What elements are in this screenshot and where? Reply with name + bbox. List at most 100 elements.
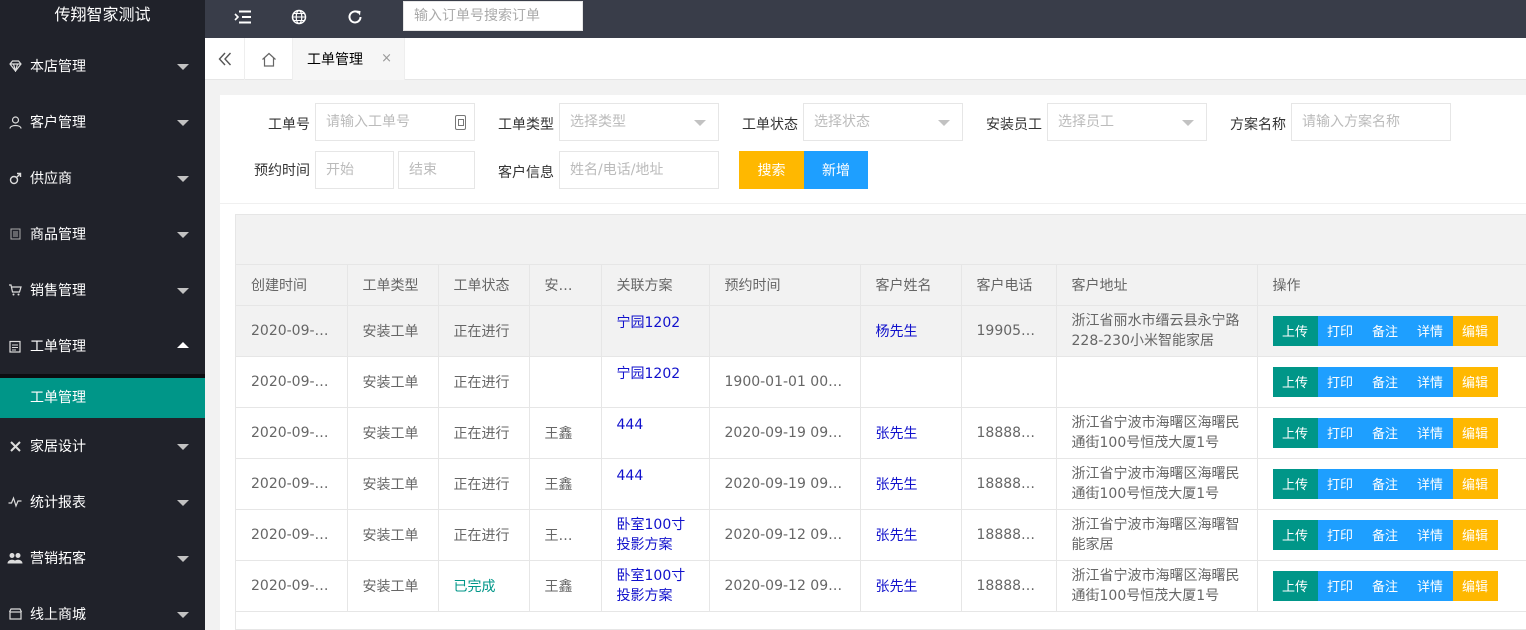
close-icon[interactable]: × <box>381 51 392 66</box>
plan-link[interactable]: 卧室100寸投影方案 <box>617 568 686 604</box>
edit-button[interactable]: 编辑 <box>1452 417 1498 448</box>
upload-button[interactable]: 上传 <box>1272 570 1318 601</box>
cell-plan: 宁园1202 <box>601 356 710 408</box>
cell-installer: 王鑫 <box>529 407 602 459</box>
sidebar-item-sales[interactable]: 销售管理 <box>0 262 205 318</box>
status-badge: 已完成 <box>453 578 496 595</box>
tab-label: 工单管理 <box>307 52 363 68</box>
plan-link[interactable]: 卧室100寸投影方案 <box>617 517 686 553</box>
plan-link[interactable]: 444 <box>617 417 644 433</box>
table-row: 2020-09-11 安装工单 已完成 王鑫 卧室100寸投影方案 2020-0… <box>236 560 1526 612</box>
chevron-down-icon <box>177 120 189 126</box>
customer-link[interactable]: 张先生 <box>876 426 918 442</box>
sidebar-item-online-store[interactable]: 线上商城 <box>0 586 205 630</box>
order-status-select[interactable]: 选择状态 <box>803 103 963 141</box>
male-icon <box>6 169 24 187</box>
note-button[interactable]: 备注 <box>1362 519 1408 550</box>
cell-address: 浙江省宁波市海曙区海曙民通街100号恒茂大厦1号 <box>1056 458 1258 510</box>
upload-button[interactable]: 上传 <box>1272 315 1318 346</box>
print-button[interactable]: 打印 <box>1317 468 1363 499</box>
print-button[interactable]: 打印 <box>1317 570 1363 601</box>
note-button[interactable]: 备注 <box>1362 468 1408 499</box>
detail-button[interactable]: 详情 <box>1407 468 1453 499</box>
search-button[interactable]: 搜索 <box>739 151 804 189</box>
sidebar-item-home-design[interactable]: 家居设计 <box>0 418 205 474</box>
upload-button[interactable]: 上传 <box>1272 519 1318 550</box>
plan-link[interactable]: 宁园1202 <box>617 315 681 331</box>
sidebar-item-suppliers[interactable]: 供应商 <box>0 150 205 206</box>
plan-name-placeholder: 请输入方案名称 <box>1302 114 1400 130</box>
cell-plan: 卧室100寸投影方案 <box>601 560 710 612</box>
col-actions: 操作 <box>1257 265 1526 306</box>
top-header <box>205 0 1526 38</box>
plan-link[interactable]: 444 <box>617 468 644 484</box>
edit-button[interactable]: 编辑 <box>1452 315 1498 346</box>
double-chevron-left-icon[interactable] <box>205 38 245 80</box>
order-type-select[interactable]: 选择类型 <box>559 103 719 141</box>
upload-button[interactable]: 上传 <box>1272 417 1318 448</box>
cell-installer <box>529 305 602 357</box>
cell-created: 2020-09-21 <box>236 305 348 357</box>
plan-link[interactable]: 宁园1202 <box>617 366 681 382</box>
installer-select[interactable]: 选择员工 <box>1047 103 1207 141</box>
appointment-end-input[interactable]: 结束 <box>398 151 475 189</box>
order-no-input[interactable]: 请输入工单号 <box>315 103 475 141</box>
sidebar-item-marketing[interactable]: 营销拓客 <box>0 530 205 586</box>
customer-link[interactable]: 杨先生 <box>876 324 918 340</box>
cell-created: 2020-09-21 <box>236 356 348 408</box>
menu-collapse-icon[interactable] <box>231 7 255 27</box>
upload-button[interactable]: 上传 <box>1272 468 1318 499</box>
col-phone: 客户电话 <box>961 265 1057 306</box>
sidebar-item-workorders[interactable]: 工单管理 <box>0 318 205 374</box>
cell-appointment <box>709 305 861 357</box>
cell-installer: 王… <box>529 509 602 561</box>
start-placeholder: 开始 <box>326 162 354 178</box>
cell-status: 正在进行 <box>438 407 530 459</box>
upload-button[interactable]: 上传 <box>1272 366 1318 397</box>
detail-button[interactable]: 详情 <box>1407 366 1453 397</box>
detail-button[interactable]: 详情 <box>1407 570 1453 601</box>
cell-appointment: 2020-09-12 09:00 <box>709 560 861 612</box>
chevron-down-icon <box>177 232 189 238</box>
home-icon[interactable] <box>245 38 293 80</box>
sidebar-item-store[interactable]: 本店管理 <box>0 38 205 94</box>
edit-button[interactable]: 编辑 <box>1452 519 1498 550</box>
note-button[interactable]: 备注 <box>1362 315 1408 346</box>
sidebar-item-label: 统计报表 <box>30 495 86 511</box>
sidebar-item-customers[interactable]: 客户管理 <box>0 94 205 150</box>
customer-info-input[interactable]: 姓名/电话/地址 <box>559 151 719 189</box>
cell-created: 2020-09-18 <box>236 458 348 510</box>
plan-name-input[interactable]: 请输入方案名称 <box>1291 103 1451 141</box>
note-button[interactable]: 备注 <box>1362 417 1408 448</box>
appointment-start-input[interactable]: 开始 <box>315 151 394 189</box>
sidebar-item-products[interactable]: 商品管理 <box>0 206 205 262</box>
print-button[interactable]: 打印 <box>1317 417 1363 448</box>
cell-actions: 上传 打印 备注 详情 编辑 <box>1257 509 1526 561</box>
refresh-icon[interactable] <box>343 7 367 27</box>
print-button[interactable]: 打印 <box>1317 366 1363 397</box>
order-search-input[interactable] <box>403 1 583 31</box>
detail-button[interactable]: 详情 <box>1407 519 1453 550</box>
sidebar-item-reports[interactable]: 统计报表 <box>0 474 205 530</box>
note-button[interactable]: 备注 <box>1362 366 1408 397</box>
add-button[interactable]: 新增 <box>804 151 868 189</box>
detail-button[interactable]: 详情 <box>1407 417 1453 448</box>
customer-link[interactable]: 张先生 <box>876 528 918 544</box>
print-button[interactable]: 打印 <box>1317 519 1363 550</box>
tab-workorders[interactable]: 工单管理 × <box>293 38 405 80</box>
print-button[interactable]: 打印 <box>1317 315 1363 346</box>
customer-link[interactable]: 张先生 <box>876 579 918 595</box>
edit-button[interactable]: 编辑 <box>1452 366 1498 397</box>
sidebar-item-label: 销售管理 <box>30 283 86 299</box>
table-toolbar <box>236 215 1526 265</box>
edit-button[interactable]: 编辑 <box>1452 570 1498 601</box>
edit-button[interactable]: 编辑 <box>1452 468 1498 499</box>
note-button[interactable]: 备注 <box>1362 570 1408 601</box>
sidebar-item-label: 线上商城 <box>30 607 86 623</box>
sidebar-subitem-workorders[interactable]: 工单管理 <box>0 378 205 418</box>
globe-icon[interactable] <box>287 7 311 27</box>
customer-link[interactable]: 张先生 <box>876 477 918 493</box>
sidebar-item-label: 本店管理 <box>30 59 86 75</box>
cell-actions: 上传 打印 备注 详情 编辑 <box>1257 407 1526 459</box>
detail-button[interactable]: 详情 <box>1407 315 1453 346</box>
